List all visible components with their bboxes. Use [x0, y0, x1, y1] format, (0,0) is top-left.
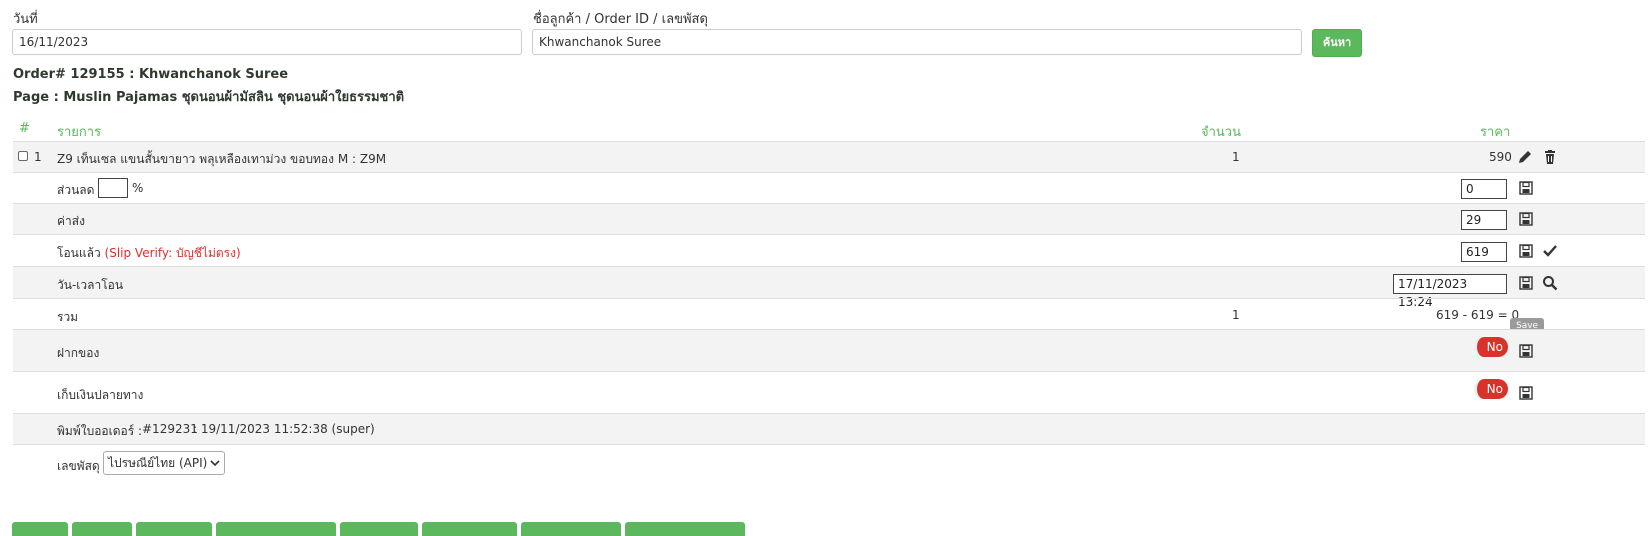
transfer-label: โอนแล้ว — [57, 246, 101, 260]
date-input[interactable]: 16/11/2023 — [12, 29, 522, 55]
carrier-select[interactable]: ไปรษณีย์ไทย (API) — [103, 451, 225, 475]
chevron-down-icon — [210, 452, 220, 481]
table-row-discount: ส่วนลด % 0 — [13, 172, 1645, 203]
shipping-input[interactable]: 29 — [1461, 210, 1507, 230]
table-row-deposit: ฝากของ No — [13, 329, 1645, 371]
floppy-disk-icon[interactable] — [1518, 343, 1534, 359]
transfer-input[interactable]: 619 — [1461, 242, 1507, 262]
action-button-5[interactable] — [340, 522, 418, 536]
discount-label: ส่วนลด — [57, 183, 95, 197]
table-row-cod: เก็บเงินปลายทาง No — [13, 371, 1645, 413]
table-row-item: 1 Z9 เท็นเซล แขนสั้นขายาว พลุเหลืองเทาม่… — [13, 141, 1645, 172]
tracking-label: เลขพัสดุ — [57, 459, 100, 473]
table-row-print: พิมพ์ใบออเดอร์ : #129231 : 19/11/2023 11… — [13, 413, 1645, 444]
floppy-disk-icon[interactable] — [1518, 180, 1534, 196]
item-qty: 1 — [1232, 150, 1240, 164]
table-row-shipping: ค่าส่ง 29 — [13, 203, 1645, 234]
transfer-time-input[interactable]: 17/11/2023 13:24 — [1393, 274, 1507, 309]
cod-label: เก็บเงินปลายทาง — [57, 388, 144, 402]
check-icon[interactable] — [1542, 243, 1558, 259]
col-item: รายการ — [57, 125, 102, 140]
item-name: Z9 เท็นเซล แขนสั้นขายาว พลุเหลืองเทาม่วง… — [57, 152, 387, 166]
cod-toggle[interactable]: No — [1474, 379, 1508, 399]
col-price: ราคา — [1480, 125, 1511, 140]
total-qty: 1 — [1232, 308, 1240, 322]
customer-search-label: ชื่อลูกค้า / Order ID / เลขพัสดุ — [533, 12, 708, 27]
discount-percent-input[interactable] — [98, 178, 128, 198]
col-hash: # — [19, 121, 30, 136]
order-page: Page : Muslin Pajamas ชุดนอนผ้ามัสลิน ชุ… — [13, 90, 405, 105]
table-row-transfer-time: วัน-เวลาโอน 17/11/2023 13:24 — [13, 266, 1645, 309]
action-button-2[interactable] — [72, 522, 132, 536]
col-qty: จำนวน — [1201, 125, 1241, 140]
carrier-selected: ไปรษณีย์ไทย (API) — [108, 456, 208, 470]
table-row-tracking: เลขพัสดุ ไปรษณีย์ไทย (API) — [13, 444, 1645, 484]
total-label: รวม — [57, 310, 79, 324]
shipping-label: ค่าส่ง — [57, 214, 85, 228]
item-index: 1 — [34, 150, 42, 164]
table-header: # รายการ จำนวน ราคา — [13, 113, 1645, 143]
customer-search-input[interactable]: Khwanchanok Suree — [532, 29, 1302, 55]
search-button[interactable]: ค้นหา — [1312, 29, 1362, 57]
order-title: Order# 129155 : Khwanchanok Suree — [13, 67, 289, 82]
floppy-disk-icon[interactable] — [1518, 243, 1534, 259]
deposit-label: ฝากของ — [57, 346, 100, 360]
table-row-total: รวม 1 619 - 619 = 0 — [13, 298, 1645, 329]
floppy-disk-icon[interactable] — [1518, 211, 1534, 227]
floppy-disk-icon[interactable] — [1518, 275, 1534, 291]
trash-icon[interactable] — [1542, 149, 1558, 165]
pencil-icon[interactable] — [1517, 149, 1533, 165]
date-label: วันที่ — [13, 12, 38, 27]
action-button-3[interactable] — [136, 522, 212, 536]
discount-input[interactable]: 0 — [1461, 179, 1507, 199]
item-checkbox[interactable] — [18, 151, 28, 161]
action-button-8[interactable] — [625, 522, 745, 536]
transfer-time-label: วัน-เวลาโอน — [57, 278, 124, 292]
action-button-1[interactable] — [12, 522, 68, 536]
item-price: 590 — [1489, 150, 1512, 164]
action-button-7[interactable] — [521, 522, 621, 536]
slip-verify-note: (Slip Verify: บัญชีไม่ตรง) — [104, 246, 241, 260]
transfer-label-wrap: โอนแล้ว (Slip Verify: บัญชีไม่ตรง) — [57, 244, 241, 263]
action-button-6[interactable] — [422, 522, 517, 536]
deposit-toggle[interactable]: No — [1474, 337, 1508, 357]
print-order-link[interactable]: #129231 — [142, 422, 198, 436]
total-amount: 619 - 619 = 0 — [1436, 308, 1520, 322]
percent-sign: % — [132, 181, 144, 195]
search-icon[interactable] — [1542, 275, 1558, 291]
print-label: พิมพ์ใบออเดอร์ : — [57, 424, 143, 438]
print-detail: : 19/11/2023 11:52:38 (super) — [193, 422, 375, 436]
action-button-4[interactable] — [216, 522, 336, 536]
table-row-transfer: โอนแล้ว (Slip Verify: บัญชีไม่ตรง) 619 — [13, 234, 1645, 266]
floppy-disk-icon[interactable] — [1518, 385, 1534, 401]
